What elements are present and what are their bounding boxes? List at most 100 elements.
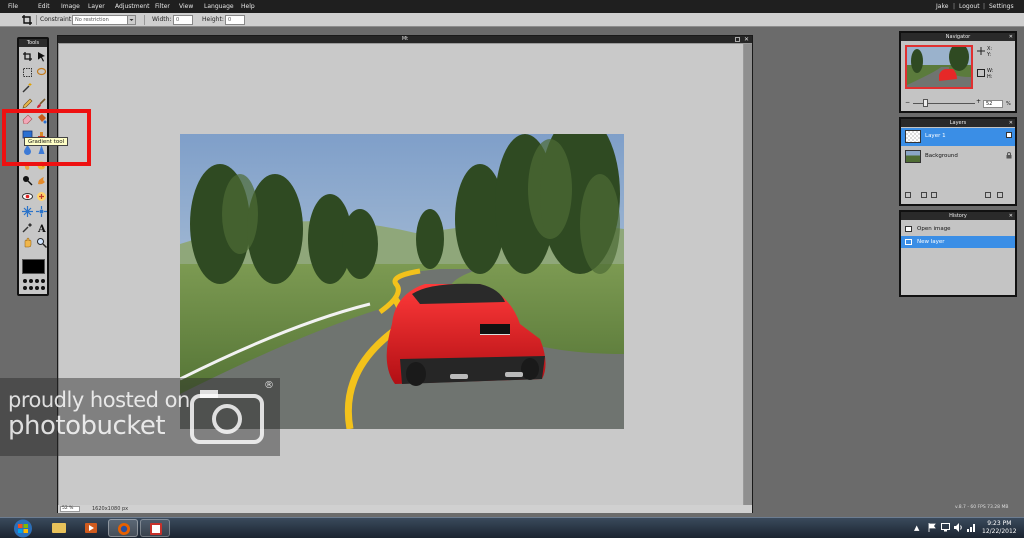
zoom-slider-handle[interactable] [923,99,929,107]
move-icon[interactable] [36,51,47,62]
close-icon[interactable]: ✕ [1009,212,1013,220]
type-icon[interactable]: A [36,222,47,233]
burn-icon[interactable] [36,175,47,186]
explorer-taskbar-icon[interactable] [44,519,74,537]
new-layer-icon [905,239,912,245]
firefox-taskbar-icon[interactable] [108,519,138,537]
network-icon[interactable] [967,523,976,534]
document-status-bar: 52 % 1620x1080 px [58,505,752,513]
h-label: H: [987,74,993,80]
menu-separator: | [953,3,956,10]
close-icon[interactable]: ✕ [744,37,749,43]
constraint-select[interactable]: No restriction [72,15,136,25]
width-input[interactable]: 0 [173,15,193,25]
zoom-input[interactable]: 52 % [60,506,80,512]
menu-file[interactable]: File [8,3,18,10]
zoom-in-icon[interactable]: + [976,98,981,105]
visibility-checkbox[interactable] [1006,132,1012,138]
tool-empty-slot [36,82,47,93]
layer-mask-icon[interactable] [921,192,927,198]
hand-icon[interactable] [22,237,33,248]
wand-icon[interactable] [22,82,33,93]
picker-icon[interactable] [22,222,33,233]
close-icon[interactable]: ✕ [1009,119,1013,127]
pencil-icon[interactable] [22,98,33,109]
menu-language[interactable]: Language [204,3,234,10]
layer-row-layer1[interactable]: Layer 1 [901,128,1015,146]
windows-taskbar: ▲ 9:23 PM 12/22/2012 [0,517,1024,538]
logout-link[interactable]: Logout [959,3,980,10]
y-label: Y: [987,52,992,58]
menu-help[interactable]: Help [241,3,255,10]
tools-panel: Tools A [17,37,49,296]
tools-title: Tools [19,39,47,47]
marquee-icon[interactable] [22,67,33,78]
dodge-icon[interactable] [22,175,33,186]
layer-row-background[interactable]: Background [901,148,1015,166]
registered-mark: ® [264,380,274,391]
menu-layer[interactable]: Layer [88,3,105,10]
layer-styles-icon[interactable] [905,192,911,198]
swatch-palette[interactable] [23,279,45,293]
pinch-icon[interactable] [36,206,47,217]
zoom-unit: % [1006,101,1011,107]
crop-icon[interactable] [22,51,33,62]
height-input[interactable]: 0 [225,15,245,25]
menu-edit[interactable]: Edit [38,3,50,10]
display-icon[interactable] [941,523,950,534]
layer-thumbnail [905,150,921,163]
navigator-title: Navigator ✕ [901,33,1015,41]
delete-layer-icon[interactable] [997,192,1003,198]
maximize-icon[interactable] [735,37,740,42]
system-clock[interactable]: 9:23 PM 12/22/2012 [982,520,1017,536]
layers-toolbar [905,192,1015,200]
photobucket-watermark: proudly hosted on photobucket ® [0,378,280,456]
document-title: Mt ✕ [58,36,752,43]
menu-adjustment[interactable]: Adjustment [115,3,149,10]
camera-icon [190,388,264,446]
open-image-icon [905,226,912,232]
foreground-color-swatch[interactable] [22,259,45,274]
tray-arrow-icon[interactable]: ▲ [914,524,919,532]
new-layer-icon[interactable] [985,192,991,198]
menu-view[interactable]: View [179,3,193,10]
crosshair-icon [977,47,985,57]
size-icon [977,69,985,79]
layer-thumbnail [905,130,921,143]
svg-text:A: A [37,224,46,233]
layer-name: Layer 1 [925,133,946,139]
history-item-label: Open image [917,226,951,232]
start-button[interactable] [12,519,34,538]
chevron-down-icon[interactable] [127,16,135,24]
settings-link[interactable]: Settings [989,3,1014,10]
navigator-zoom-input[interactable]: 52 [983,100,1003,108]
lasso-icon[interactable] [36,67,47,78]
spot-heal-icon[interactable] [36,191,47,202]
close-icon[interactable]: ✕ [1009,33,1013,41]
zoom-slider[interactable] [913,103,975,104]
height-label: Height: [202,16,224,23]
menu-image[interactable]: Image [61,3,80,10]
constraint-label: Constraint: [40,16,74,23]
user-name: Jake [936,3,949,10]
volume-icon[interactable] [954,523,963,534]
layer-settings-icon[interactable] [931,192,937,198]
layers-title: Layers ✕ [901,119,1015,127]
pixlr-taskbar-icon[interactable] [140,519,170,537]
vertical-scrollbar[interactable] [744,44,752,505]
zoom-out-icon[interactable]: − [905,99,910,106]
navigator-thumbnail[interactable] [905,45,973,89]
constraint-value: No restriction [75,17,109,23]
redeye-icon[interactable] [22,191,33,202]
clock-time: 9:23 PM [987,520,1012,527]
flag-icon[interactable] [928,523,936,534]
layers-panel: Layers ✕ Layer 1 Background [899,117,1017,206]
menu-filter[interactable]: Filter [155,3,170,10]
zoom-icon[interactable] [36,237,47,248]
media-player-taskbar-icon[interactable] [76,519,106,537]
brush-icon[interactable] [36,97,47,109]
history-item-open-image[interactable]: Open image [901,223,1015,235]
width-label: Width: [152,16,172,23]
bloat-icon[interactable] [22,206,33,217]
history-item-new-layer[interactable]: New layer [901,236,1015,248]
